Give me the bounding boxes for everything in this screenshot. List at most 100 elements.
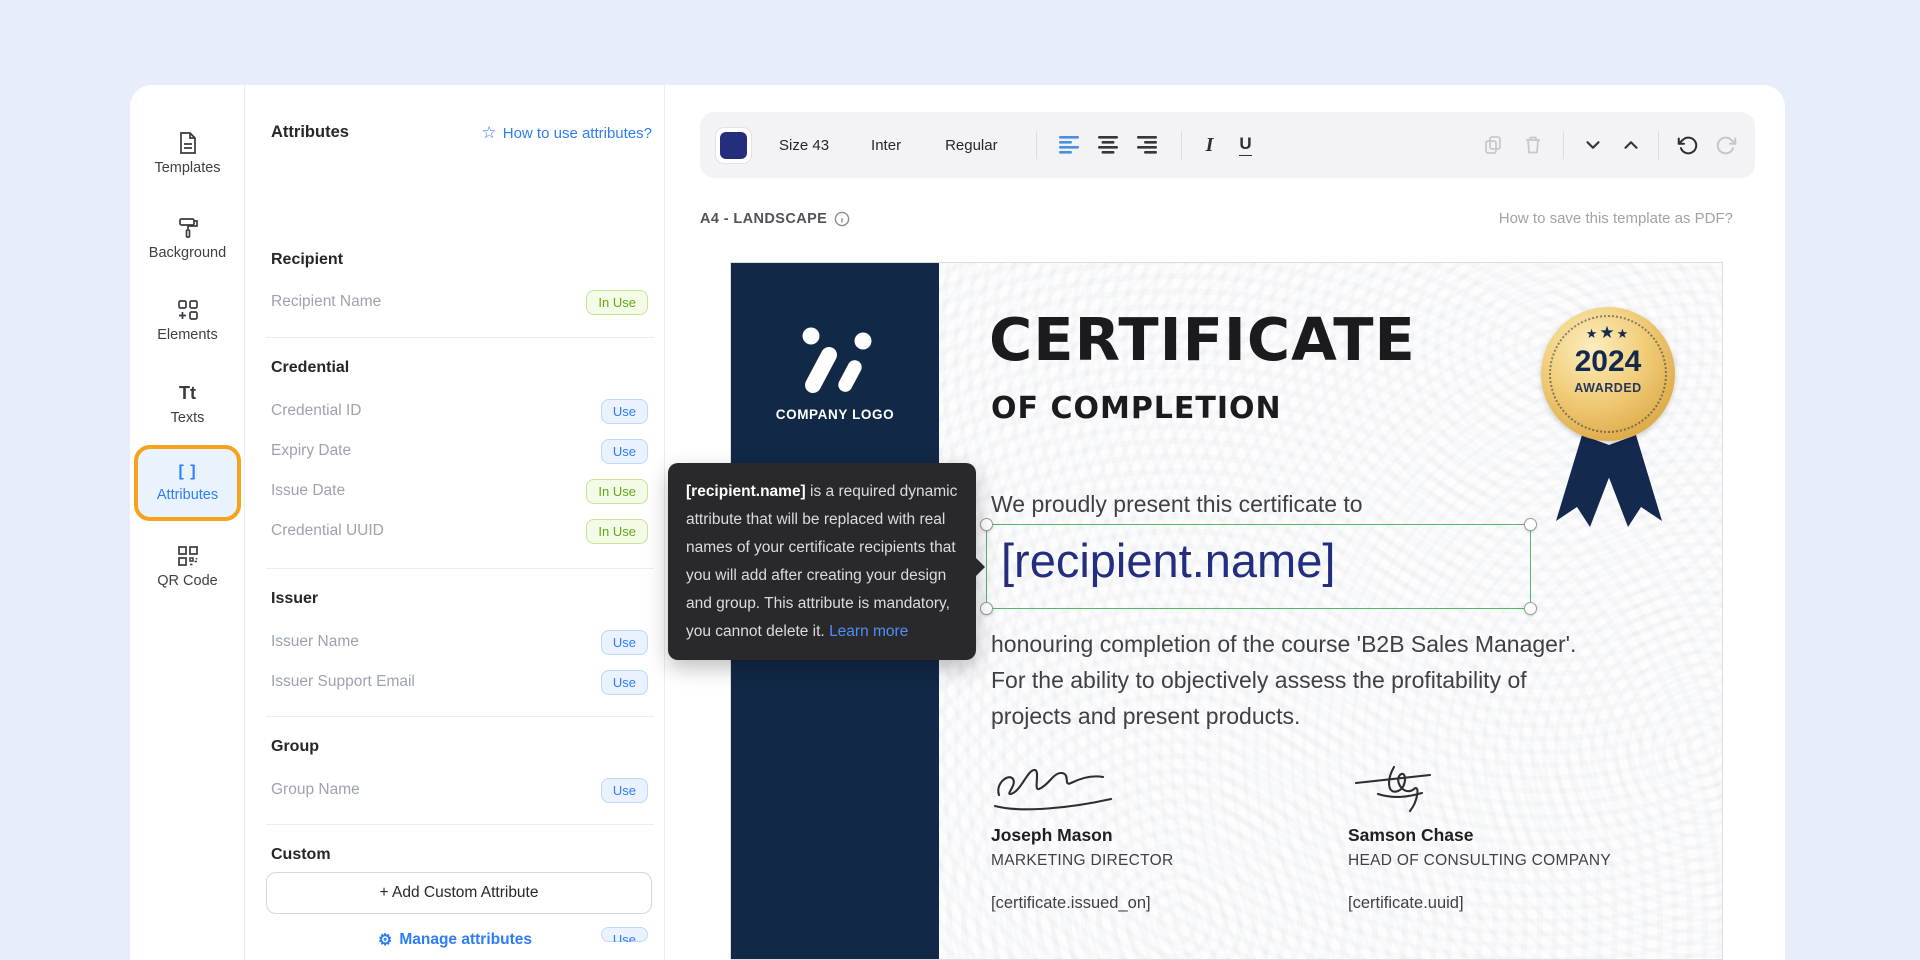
learn-more-link[interactable]: Learn more [829, 618, 908, 646]
tooltip-text: is a required dynamic attribute that wil… [686, 483, 957, 640]
editor-card: Templates Background Elements Tt Texts [130, 85, 1785, 960]
current-color-swatch [720, 132, 747, 159]
signer-name: Samson Chase [1348, 825, 1678, 846]
in-use-badge[interactable]: In Use [586, 519, 648, 544]
tool-rail: Templates Background Elements Tt Texts [130, 85, 245, 960]
align-left-button[interactable] [1059, 136, 1081, 154]
sidebar-item-label: Templates [130, 160, 245, 176]
resize-handle-top-left[interactable] [980, 518, 993, 531]
selected-text-element[interactable]: [recipient.name] [986, 524, 1531, 609]
signer-block: Joseph Mason MARKETING DIRECTOR [certifi… [991, 761, 1321, 913]
sidebar-item-label: Texts [130, 410, 245, 426]
info-icon[interactable] [834, 211, 850, 227]
add-custom-attribute-button[interactable]: + Add Custom Attribute [266, 872, 652, 914]
in-use-badge[interactable]: In Use [586, 290, 648, 315]
company-logo-mark [789, 325, 881, 397]
attr-row: Recipient Name In Use [271, 288, 648, 316]
section-recipient: Recipient [271, 251, 343, 269]
separator [1563, 131, 1564, 159]
certificate-body-line: For the ability to objectively assess th… [991, 667, 1527, 694]
resize-handle-bottom-left[interactable] [980, 602, 993, 615]
text-toolbar: Size 43 Inter Regular I U [700, 112, 1755, 178]
use-button[interactable]: Use [601, 399, 648, 424]
sidebar-item-attributes[interactable]: [ ] Attributes [134, 445, 241, 521]
certificate-title: CERTIFICATE [989, 305, 1416, 374]
tooltip-attribute-token: [recipient.name] [686, 483, 806, 500]
how-to-use-attributes-link[interactable]: ☆ How to use attributes? [482, 123, 653, 143]
award-medal: ★★★ 2024 AWARDED [1526, 307, 1691, 532]
font-size-control[interactable]: Size 43 [779, 137, 829, 154]
canvas-header: A4 - LANDSCAPE How to save this template… [700, 210, 1733, 227]
use-button[interactable]: Use [601, 778, 648, 803]
attribute-tooltip: [recipient.name] is a required dynamic a… [668, 463, 976, 660]
section-issuer: Issuer [271, 590, 318, 608]
sidebar-item-label: Background [130, 245, 245, 261]
attr-row: Issuer Support Email Use [271, 668, 648, 696]
attr-row: Issuer Name Use [271, 628, 648, 656]
certificate-body-line: honouring completion of the course 'B2B … [991, 631, 1576, 658]
redo-button[interactable] [1716, 135, 1737, 156]
align-center-button[interactable] [1098, 136, 1120, 154]
undo-button[interactable] [1677, 135, 1698, 156]
italic-button[interactable]: I [1206, 134, 1214, 157]
align-right-button[interactable] [1137, 136, 1159, 154]
section-custom: Custom [271, 846, 331, 864]
uuid-attribute: [certificate.uuid] [1348, 894, 1678, 913]
elements-grid-icon [130, 297, 245, 323]
use-button[interactable]: Use [601, 630, 648, 655]
panel-title: Attributes [271, 123, 349, 142]
signer-title: MARKETING DIRECTOR [991, 852, 1321, 870]
manage-attributes-link[interactable]: ⚙ Manage attributes [246, 930, 664, 950]
sidebar-item-label: Elements [130, 327, 245, 343]
certificate-subtitle: OF COMPLETION [991, 391, 1282, 426]
color-swatch-button[interactable] [715, 127, 752, 164]
medal-circle: ★★★ 2024 AWARDED [1541, 307, 1675, 441]
divider [266, 568, 654, 569]
duplicate-button[interactable] [1483, 135, 1503, 155]
brackets-icon: [ ] [178, 463, 196, 485]
section-group: Group [271, 738, 319, 756]
delete-button[interactable] [1523, 135, 1543, 155]
medal-ribbons [1534, 435, 1684, 535]
sidebar-item-elements[interactable]: Elements [130, 297, 245, 343]
paint-roller-icon [130, 215, 245, 241]
use-button[interactable]: Use [601, 670, 648, 695]
divider [266, 824, 654, 825]
sidebar-item-background[interactable]: Background [130, 215, 245, 261]
attr-row: Group Name Use [271, 776, 648, 804]
divider [266, 337, 654, 338]
font-weight-control[interactable]: Regular [945, 137, 998, 154]
move-up-layer-button[interactable] [1620, 134, 1642, 156]
save-as-pdf-help-link[interactable]: How to save this template as PDF? [1499, 210, 1733, 227]
underline-button[interactable]: U [1239, 134, 1251, 156]
attr-row: Credential ID Use [271, 397, 648, 425]
separator [1658, 131, 1659, 159]
signer-title: HEAD OF CONSULTING COMPANY [1348, 852, 1678, 870]
use-button[interactable]: Use [601, 439, 648, 464]
certificate-intro-text: We proudly present this certificate to [991, 491, 1363, 518]
signature-scribble [991, 761, 1126, 819]
move-down-layer-button[interactable] [1582, 134, 1604, 156]
medal-dotted-ring [1549, 315, 1667, 433]
issued-on-attribute: [certificate.issued_on] [991, 894, 1321, 913]
in-use-badge[interactable]: In Use [586, 479, 648, 504]
signer-block: Samson Chase HEAD OF CONSULTING COMPANY … [1348, 761, 1678, 913]
separator [1036, 131, 1037, 159]
sidebar-item-qr-code[interactable]: QR Code [130, 543, 245, 589]
page-format-label: A4 - LANDSCAPE [700, 211, 850, 227]
template-file-icon [130, 130, 245, 156]
company-logo: COMPANY LOGO [731, 325, 939, 422]
tooltip-arrow [975, 557, 985, 577]
recipient-name-attribute[interactable]: [recipient.name] [1001, 533, 1335, 588]
signer-name: Joseph Mason [991, 825, 1321, 846]
sidebar-item-texts[interactable]: Tt Texts [130, 380, 245, 426]
resize-handle-bottom-right[interactable] [1524, 602, 1537, 615]
gear-icon: ⚙ [378, 930, 392, 950]
font-family-control[interactable]: Inter [871, 137, 901, 154]
star-icon: ☆ [482, 123, 497, 143]
sidebar-item-label: QR Code [130, 573, 245, 589]
company-logo-caption: COMPANY LOGO [731, 407, 939, 422]
attr-row: Issue Date In Use [271, 477, 648, 505]
attr-row: Expiry Date Use [271, 437, 648, 465]
sidebar-item-templates[interactable]: Templates [130, 130, 245, 176]
